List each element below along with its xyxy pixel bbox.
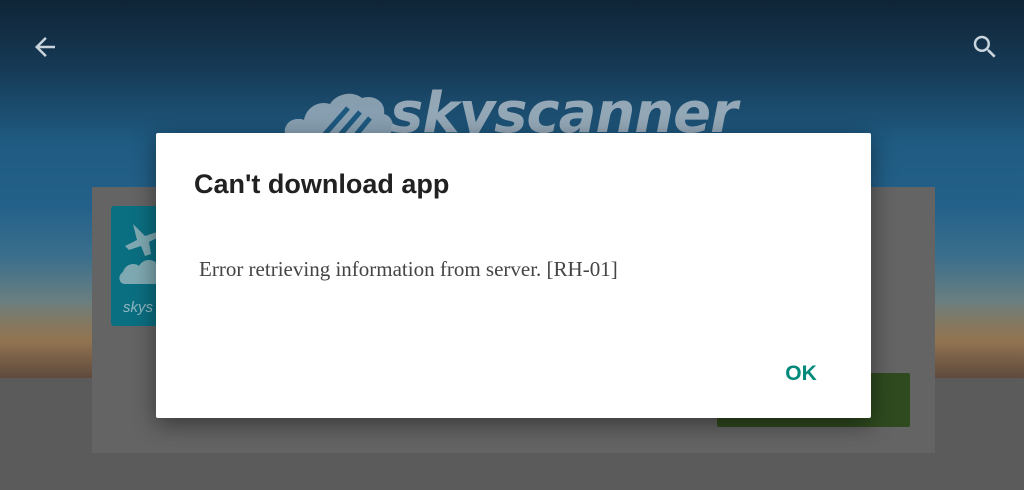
search-icon[interactable] bbox=[970, 32, 1000, 62]
app-icon-label: skys bbox=[123, 299, 153, 316]
play-store-screen: skyscanner skys Can't download app Error… bbox=[0, 0, 1024, 490]
error-dialog: Can't download app Error retrieving info… bbox=[156, 133, 871, 418]
ok-button[interactable]: OK bbox=[774, 355, 828, 393]
dialog-title: Can't download app bbox=[194, 169, 450, 199]
dialog-message: Error retrieving information from server… bbox=[199, 257, 618, 281]
arrow-left-icon[interactable] bbox=[30, 32, 60, 62]
